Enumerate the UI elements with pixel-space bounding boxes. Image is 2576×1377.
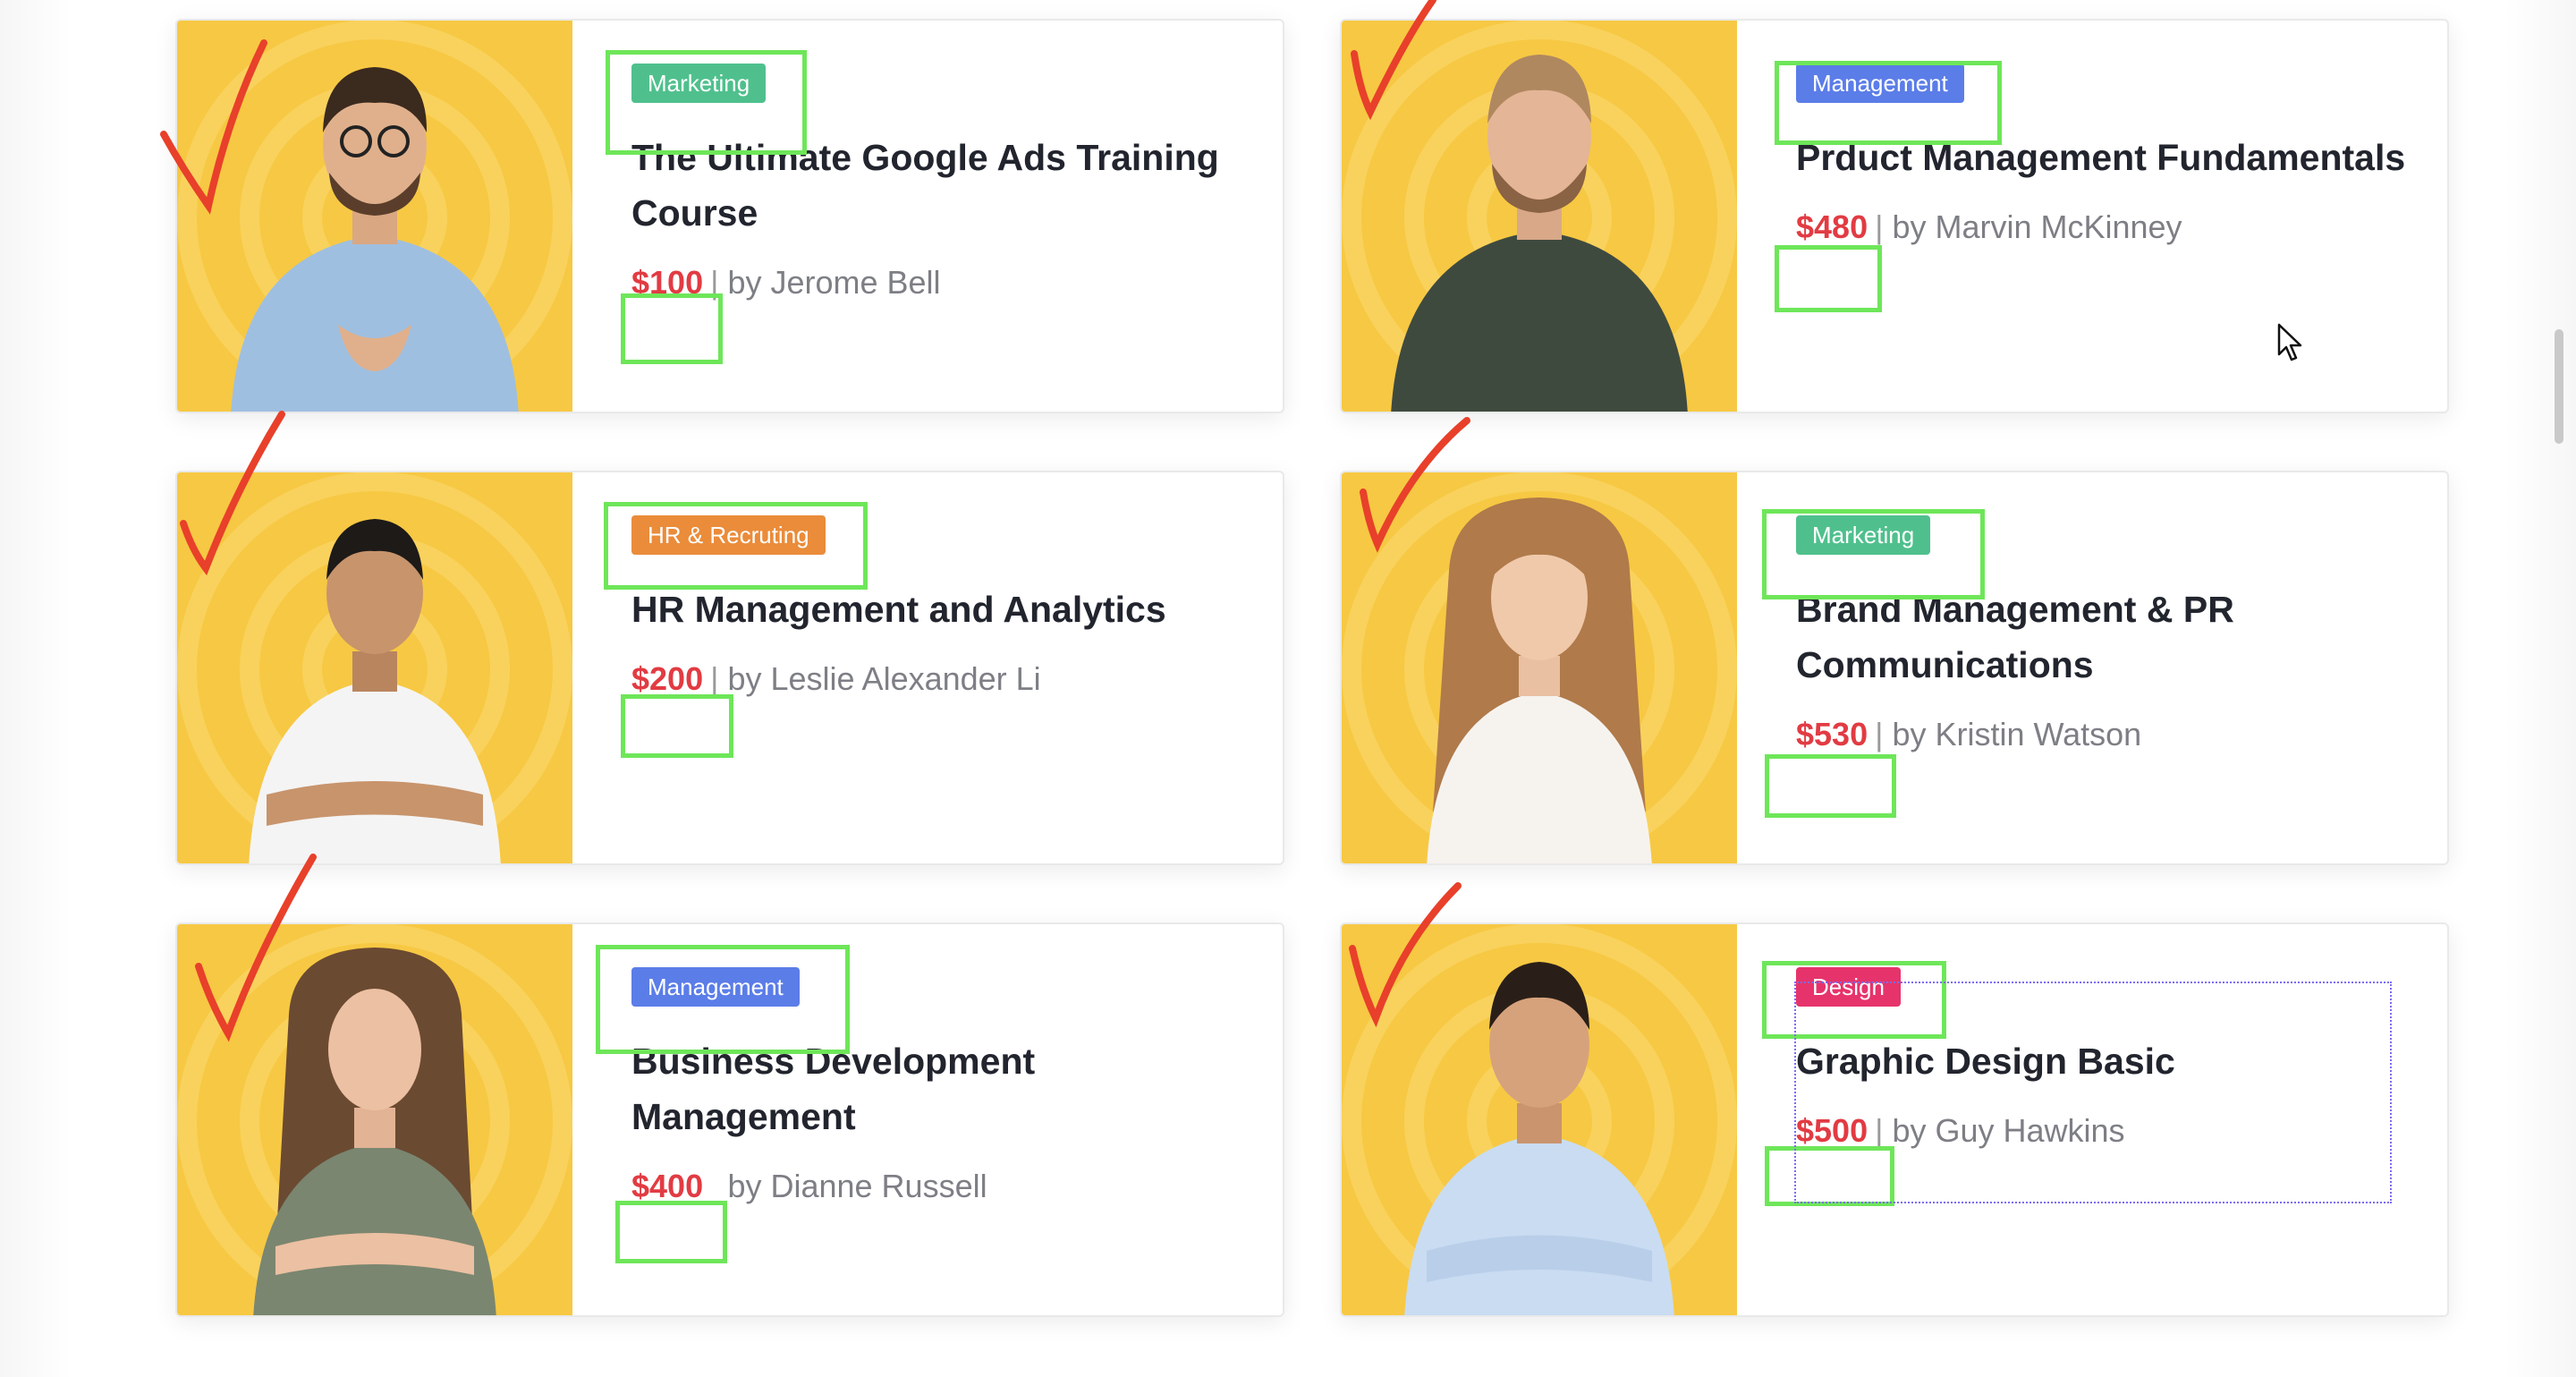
course-author: by Kristin Watson — [1892, 716, 2142, 752]
course-price: $400 — [631, 1168, 704, 1204]
course-author: by Leslie Alexander Li — [727, 660, 1041, 697]
instructor-photo — [177, 924, 572, 1315]
course-price: $530 — [1796, 716, 1868, 752]
separator: | — [1875, 716, 1884, 752]
course-title[interactable]: The Ultimate Google Ads Training Course — [631, 130, 1258, 241]
instructor-photo — [177, 472, 572, 863]
course-card[interactable]: Management Business Development Manageme… — [175, 922, 1284, 1317]
course-meta: $200 | by Leslie Alexander Li — [631, 657, 1283, 701]
course-author: by Marvin McKinney — [1892, 208, 2182, 245]
course-price: $480 — [1796, 208, 1868, 245]
course-card[interactable]: Marketing The Ultimate Google Ads Traini… — [175, 19, 1284, 413]
instructor-photo — [177, 21, 572, 412]
course-author: by Dianne Russell — [727, 1168, 987, 1204]
course-meta: $400 | by Dianne Russell — [631, 1164, 1283, 1209]
course-meta: $480 | by Marvin McKinney — [1796, 205, 2447, 250]
course-author: by Jerome Bell — [727, 264, 941, 301]
course-meta: $100 | by Jerome Bell — [631, 260, 1283, 305]
category-tag[interactable]: Marketing — [1796, 515, 1931, 555]
separator: | — [710, 660, 719, 697]
course-meta: $530 | by Kristin Watson — [1796, 712, 2447, 757]
separator: | — [710, 264, 719, 301]
course-card[interactable]: HR & Recruting HR Management and Analyti… — [175, 471, 1284, 865]
course-title[interactable]: Prduct Management Fundamentals — [1796, 130, 2422, 185]
category-tag[interactable]: Management — [631, 967, 800, 1007]
course-grid-page: Marketing The Ultimate Google Ads Traini… — [0, 0, 2576, 1377]
course-title[interactable]: HR Management and Analytics — [631, 582, 1258, 637]
vertical-scrollbar-thumb[interactable] — [2555, 329, 2563, 444]
selection-outline — [1794, 982, 2392, 1203]
category-tag[interactable]: Management — [1796, 64, 1964, 103]
instructor-photo — [1342, 21, 1737, 412]
course-price: $100 — [631, 264, 704, 301]
course-price: $200 — [631, 660, 704, 697]
instructor-photo — [1342, 924, 1737, 1315]
separator: | — [1875, 208, 1884, 245]
course-card[interactable]: Marketing Brand Management & PR Communic… — [1340, 471, 2449, 865]
category-tag[interactable]: Marketing — [631, 64, 767, 103]
course-title[interactable]: Business Development Management — [631, 1033, 1258, 1144]
course-title[interactable]: Brand Management & PR Communications — [1796, 582, 2422, 693]
mouse-cursor-icon — [2277, 323, 2302, 361]
category-tag[interactable]: HR & Recruting — [631, 515, 826, 555]
instructor-photo — [1342, 472, 1737, 863]
